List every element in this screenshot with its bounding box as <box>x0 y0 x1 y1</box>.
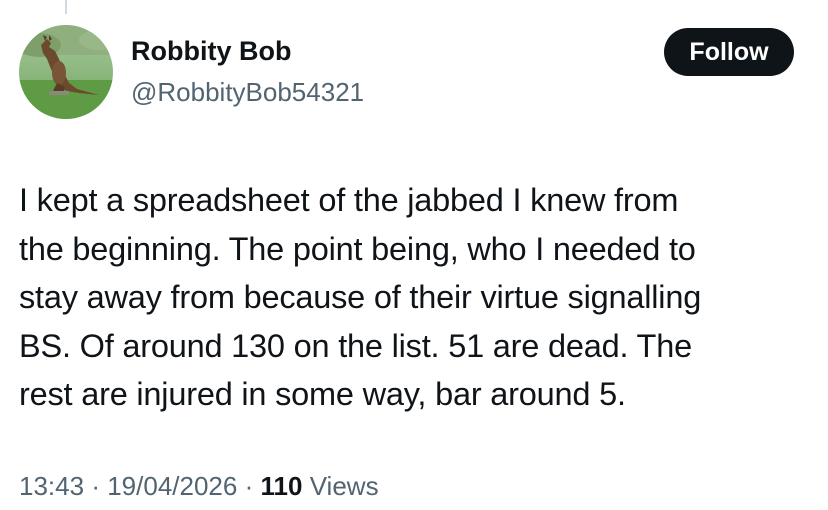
avatar[interactable] <box>19 25 113 119</box>
tweet-text-line: the beginning. The point being, who I ne… <box>19 230 696 267</box>
tweet-text-line: I kept a spreadsheet of the jabbed I kne… <box>19 182 679 218</box>
tweet-text: I kept a spreadsheet of the jabbed I kne… <box>19 176 809 419</box>
kangaroo-statue-icon <box>19 25 113 119</box>
tweet-text-line: stay away from because of their virtue s… <box>19 279 702 315</box>
tweet-date[interactable]: 19/04/2026 <box>107 471 237 501</box>
user-handle[interactable]: @RobbityBob54321 <box>131 76 364 108</box>
tweet-meta: 13:43 · 19/04/2026 · 110 Views <box>19 469 379 503</box>
display-name[interactable]: Robbity Bob <box>131 34 291 68</box>
tweet-text-line: BS. Of around 130 on the list. 51 are de… <box>19 327 692 364</box>
tweet-text-line: rest are injured in some way, bar around… <box>19 376 626 412</box>
meta-separator: · <box>244 471 254 501</box>
follow-button[interactable]: Follow <box>664 28 794 76</box>
meta-separator: · <box>91 471 100 501</box>
views-label: Views <box>309 471 379 501</box>
views-count: 110 <box>260 471 303 501</box>
thread-connector-line <box>65 0 67 14</box>
tweet-time[interactable]: 13:43 <box>19 471 84 501</box>
